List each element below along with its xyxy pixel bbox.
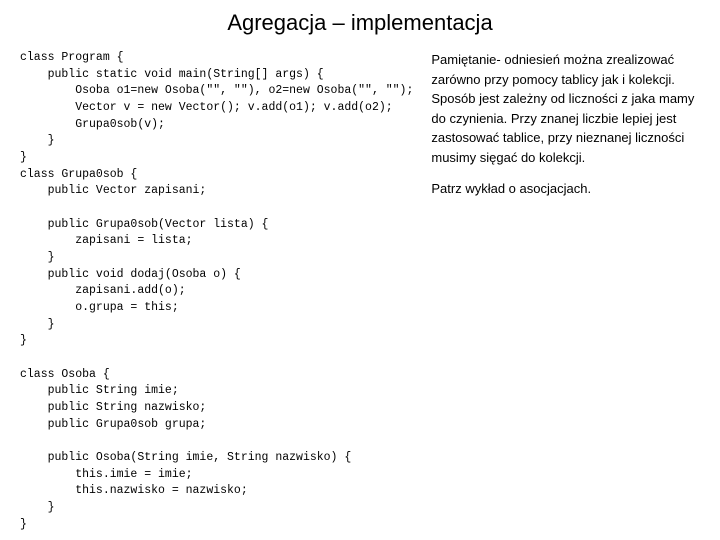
code-block: class Program { public static void main(… (20, 50, 413, 533)
text-section: Pamiętanie- odniesień można zrealizować … (431, 50, 700, 211)
text-paragraph-1: Pamiętanie- odniesień można zrealizować … (431, 50, 700, 167)
text-paragraph-2: Patrz wykład o asocjacjach. (431, 179, 700, 199)
page-container: Agregacja – implementacja class Program … (0, 0, 720, 540)
content-area: class Program { public static void main(… (20, 50, 700, 533)
page-title: Agregacja – implementacja (20, 10, 700, 36)
